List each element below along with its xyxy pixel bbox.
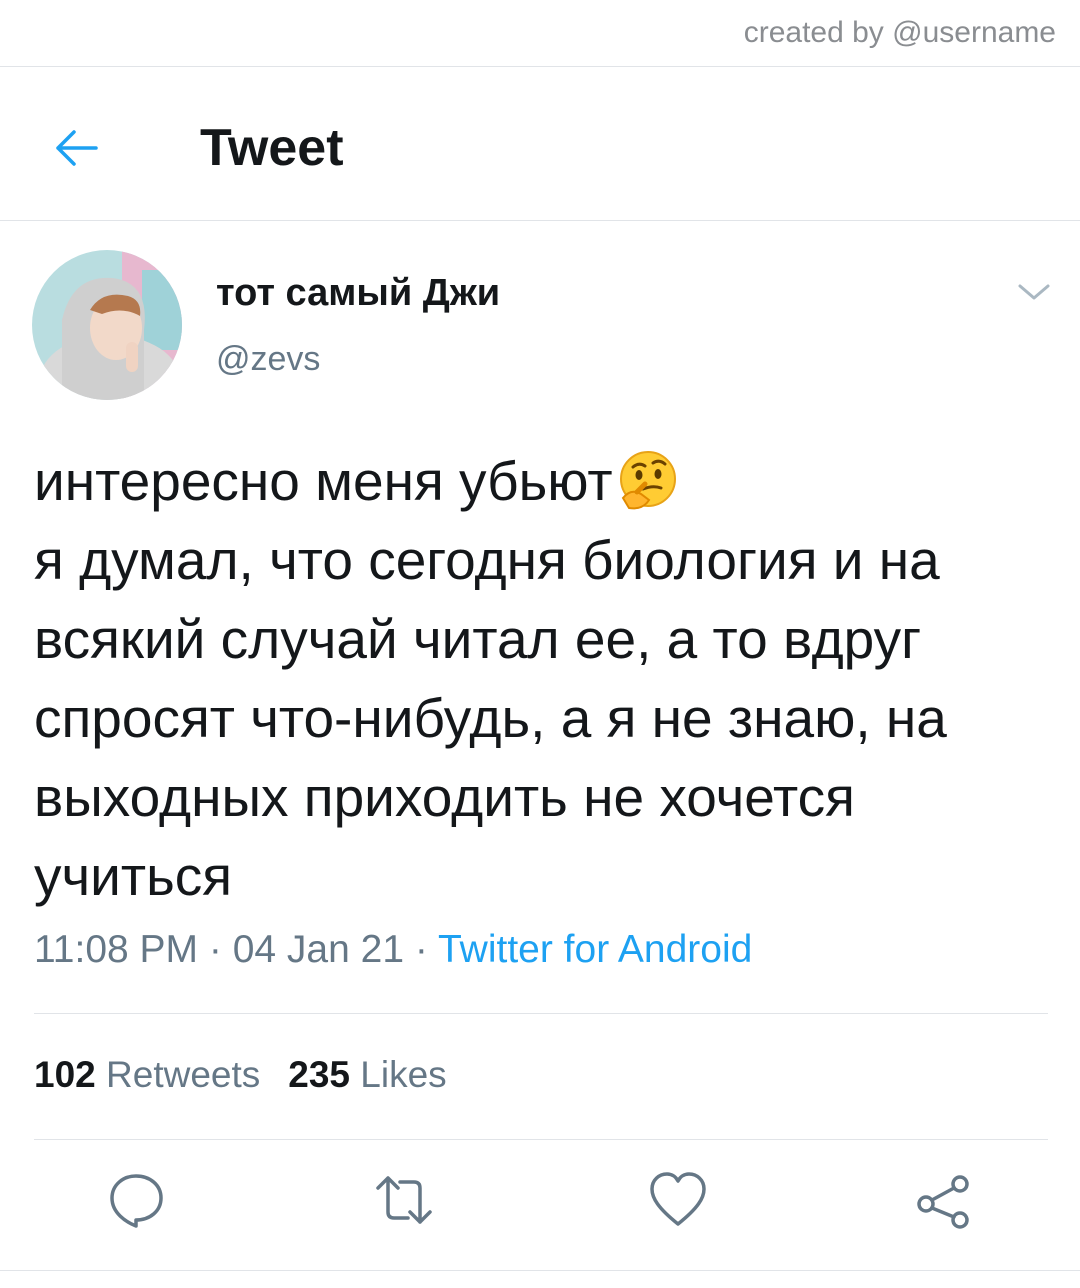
header-divider bbox=[0, 220, 1080, 221]
share-icon bbox=[917, 1175, 969, 1229]
header-bar: Tweet bbox=[0, 70, 1080, 220]
thinking-face-icon bbox=[619, 451, 676, 510]
chevron-down-icon bbox=[1018, 284, 1050, 300]
tweet-line: спросят что-нибудь, а я не знаю, на bbox=[34, 687, 947, 749]
likes-count: 235 bbox=[288, 1054, 350, 1095]
like-button[interactable] bbox=[646, 1168, 710, 1232]
more-options-button[interactable] bbox=[1014, 280, 1054, 304]
tweet-line: учиться bbox=[34, 845, 233, 907]
share-button[interactable] bbox=[912, 1168, 976, 1232]
author-name: тот самый Джи bbox=[216, 272, 501, 314]
tweet-date: 04 Jan 21 bbox=[232, 928, 405, 971]
tweet-line: интересно меня убьют bbox=[34, 442, 1064, 521]
likes-stat[interactable]: 235 Likes bbox=[288, 1054, 446, 1095]
meta-separator: · bbox=[404, 928, 438, 971]
bottom-divider bbox=[0, 1270, 1080, 1271]
author-handle: @zevs bbox=[216, 340, 321, 378]
tweet-source-link[interactable]: Twitter for Android bbox=[438, 928, 752, 971]
page-title: Tweet bbox=[200, 119, 344, 177]
tweet-line: всякий случай читал ее, а то вдруг bbox=[34, 608, 922, 670]
stats-divider bbox=[34, 1013, 1048, 1014]
meta-separator: · bbox=[198, 928, 233, 971]
tweet-line: выходных приходить не хочется bbox=[34, 766, 855, 828]
watermark: created by @username bbox=[743, 16, 1056, 49]
actions-divider bbox=[34, 1139, 1048, 1140]
retweets-stat[interactable]: 102 Retweets bbox=[34, 1054, 260, 1095]
retweet-button[interactable] bbox=[372, 1168, 436, 1232]
avatar[interactable] bbox=[32, 250, 182, 400]
tweet-time: 11:08 PM bbox=[34, 928, 199, 971]
arrow-left-icon bbox=[56, 130, 98, 166]
reply-button[interactable] bbox=[104, 1168, 168, 1232]
tweet-stats: 102 Retweets 235 Likes bbox=[34, 1054, 447, 1096]
retweets-label: Retweets bbox=[106, 1054, 261, 1095]
tweet-line: я думал, что сегодня биология и на bbox=[34, 529, 940, 591]
tweet-text: интересно меня убьют я думал, что сегодн… bbox=[34, 442, 1064, 916]
top-divider bbox=[0, 66, 1080, 67]
tweet-meta: 11:08 PM · 04 Jan 21 · Twitter for Andro… bbox=[34, 928, 752, 972]
reply-icon bbox=[110, 1174, 163, 1228]
back-button[interactable] bbox=[48, 120, 104, 176]
action-bar bbox=[0, 1168, 1080, 1248]
retweets-count: 102 bbox=[34, 1054, 96, 1095]
likes-label: Likes bbox=[360, 1054, 447, 1095]
like-icon bbox=[650, 1172, 706, 1226]
retweet-icon bbox=[376, 1176, 432, 1224]
